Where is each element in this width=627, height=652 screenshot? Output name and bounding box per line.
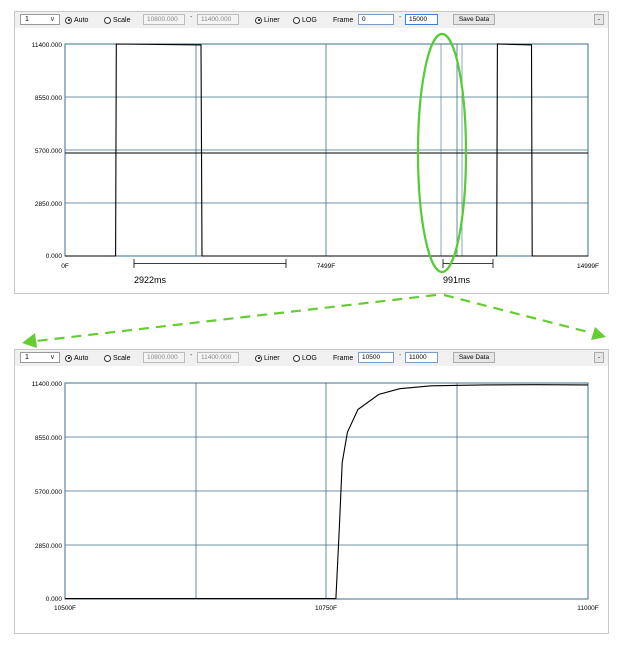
liner-label: Liner [264, 354, 280, 362]
frame-start-value: 10500 [362, 354, 381, 361]
zoom-arrow-right [443, 293, 593, 335]
chevron-down-icon: ∨ [49, 354, 55, 361]
plot-area [64, 382, 589, 600]
radio-selected-icon [255, 354, 262, 362]
frame-end-field[interactable]: 11000 [405, 352, 438, 363]
y-axis-ticks: 11400.000 8550.000 5700.000 2850.000 0.0… [32, 381, 63, 603]
collapse-button[interactable]: - [594, 352, 604, 363]
log-label: LOG [302, 354, 317, 362]
x-tick-label: 10500F [54, 605, 76, 612]
auto-label: Auto [74, 354, 89, 362]
radio-empty-icon [104, 354, 111, 362]
scale-max-value: 11400.000 [201, 354, 232, 361]
radio-empty-icon [293, 354, 300, 362]
x-tick-label: 11000F [577, 605, 599, 612]
zoom-arrow-left [35, 293, 437, 343]
scale-max-field[interactable]: 11400.000 [197, 352, 239, 363]
frame-start-field[interactable]: 10500 [358, 352, 394, 363]
y-tick-label: 8550.000 [35, 435, 62, 442]
y-tick-label: 11400.000 [32, 381, 63, 388]
frame-label: Frame [333, 354, 354, 362]
radio-selected-icon [65, 354, 72, 362]
arrow-head-right-icon [591, 327, 606, 340]
y-tick-label: 0.000 [46, 596, 63, 603]
save-data-button[interactable]: Save Data [453, 352, 495, 363]
y-tick-label: 2850.000 [35, 543, 62, 550]
channel-select[interactable]: 1 ∨ [20, 352, 60, 363]
frame-end-value: 11000 [409, 354, 427, 361]
channel-select-value: 1 [25, 354, 29, 361]
arrow-head-left-icon [22, 333, 37, 348]
graph-toolbar: 1 ∨ Auto Scale 10800.000 - 11400.000 Lin… [15, 350, 608, 366]
x-tick-label: 10750F [315, 605, 337, 612]
scale-label: Scale [113, 354, 131, 362]
scale-min-value: 10800.000 [147, 354, 178, 361]
graph-panel-zoomed: 1 ∨ Auto Scale 10800.000 - 11400.000 Lin… [14, 349, 609, 634]
log-radio[interactable]: LOG [293, 350, 317, 366]
auto-radio[interactable]: Auto [65, 350, 88, 366]
liner-radio[interactable]: Liner [255, 350, 280, 366]
range-dash: - [190, 352, 193, 359]
collapse-label: - [597, 354, 601, 361]
highlight-ellipse [416, 32, 468, 274]
x-axis-ticks: 10500F 10750F 11000F [54, 605, 599, 612]
scale-radio[interactable]: Scale [104, 350, 131, 366]
frame-dash: - [399, 352, 402, 359]
y-tick-label: 5700.000 [35, 489, 62, 496]
scale-min-field[interactable]: 10800.000 [143, 352, 185, 363]
save-data-label: Save Data [458, 354, 490, 361]
zoomed-plot: 11400.000 8550.000 5700.000 2850.000 0.0… [32, 381, 599, 612]
